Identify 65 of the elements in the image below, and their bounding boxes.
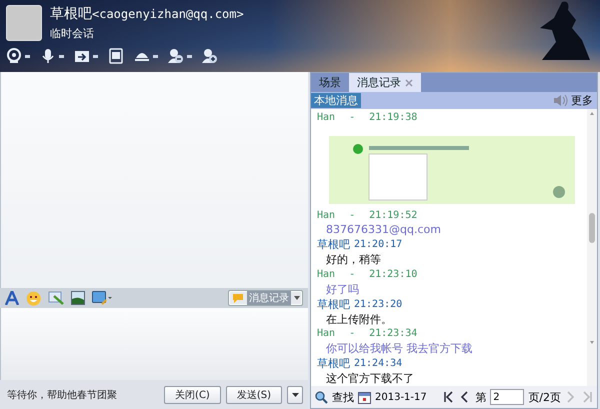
separator: -: [349, 328, 356, 340]
page-count: 页/2页: [528, 390, 561, 404]
page-input[interactable]: 2: [490, 389, 524, 405]
session-type: 临时会话: [50, 26, 95, 41]
dropdown-icon[interactable]: [93, 54, 98, 58]
page-label: 第: [475, 390, 486, 404]
sender-name: Han: [317, 328, 336, 340]
dropdown-icon[interactable]: [59, 54, 64, 58]
microphone-icon[interactable]: [40, 48, 56, 64]
date-picker[interactable]: 2013-1-17: [375, 392, 427, 402]
separator: -: [349, 269, 356, 280]
sender-name: 草根吧: [317, 237, 350, 252]
message-input[interactable]: [0, 308, 308, 380]
message-text: 这个官方下载不了: [325, 370, 415, 386]
dropdown-icon[interactable]: [25, 54, 30, 58]
sender-name: Han: [317, 210, 336, 221]
pen-picture-icon[interactable]: [48, 291, 64, 305]
monitor-dropdown-icon[interactable]: [92, 290, 114, 306]
separator: -: [349, 210, 356, 221]
sender-name: 草根吧: [317, 356, 350, 371]
contact-email: <caogenyizhan@qq.com>: [92, 7, 244, 21]
message-text: 好了吗: [325, 282, 360, 297]
message-time: 21:23:34: [369, 328, 418, 340]
separator: -: [349, 112, 356, 123]
search-icon[interactable]: [315, 390, 328, 404]
calendar-icon[interactable]: [358, 390, 371, 404]
message-time: 21:23:20: [354, 298, 402, 310]
send-button[interactable]: 发送(S): [226, 386, 282, 404]
sender-name: Han: [317, 269, 336, 280]
message-text: 在上传附件。: [325, 312, 393, 327]
message-time: 21:19:38: [369, 112, 418, 123]
tab[interactable]: 场景: [311, 73, 349, 92]
tab[interactable]: 消息记录: [349, 73, 421, 92]
font-icon[interactable]: [5, 291, 19, 305]
status-message: 等待你，帮助他春节团聚: [7, 388, 118, 402]
user-plus-icon[interactable]: [202, 48, 218, 64]
close-button[interactable]: 关闭(C): [164, 386, 221, 404]
message-text: 837676331@qq.com: [325, 222, 442, 238]
more-link[interactable]: 更多: [571, 93, 593, 108]
caret-icon[interactable]: [294, 296, 300, 300]
message-time: 21:20:17: [354, 239, 402, 250]
first-page-button[interactable]: [443, 391, 456, 403]
smiley-icon[interactable]: [26, 290, 41, 306]
tablet-icon[interactable]: [108, 48, 124, 64]
message-time: 21:23:10: [369, 269, 418, 280]
search-link[interactable]: 查找: [332, 390, 354, 404]
message-text: 你可以给我帐号 我去官方下载: [325, 340, 474, 356]
message-text: 好的，稍等: [325, 252, 382, 268]
screenshot-image[interactable]: [329, 126, 575, 204]
caret-icon: [292, 392, 298, 396]
sender-name: 草根吧: [317, 296, 350, 312]
contact-name: 草根吧: [50, 5, 92, 23]
scrollbar[interactable]: [587, 109, 597, 386]
dropdown-icon[interactable]: [187, 54, 192, 58]
message-time: 21:19:52: [369, 210, 418, 221]
send-options-button[interactable]: [287, 386, 303, 404]
message-time: 21:24:34: [354, 358, 402, 369]
webcam-icon[interactable]: [6, 48, 22, 64]
sender-name: Han: [317, 112, 336, 123]
picture-icon[interactable]: [71, 291, 85, 305]
dropdown-icon[interactable]: [153, 54, 158, 58]
avatar: [6, 5, 42, 41]
user-minus-icon[interactable]: [168, 48, 184, 64]
speech-bubble-icon: [232, 292, 244, 304]
local-messages-filter[interactable]: 本地消息: [311, 93, 361, 108]
